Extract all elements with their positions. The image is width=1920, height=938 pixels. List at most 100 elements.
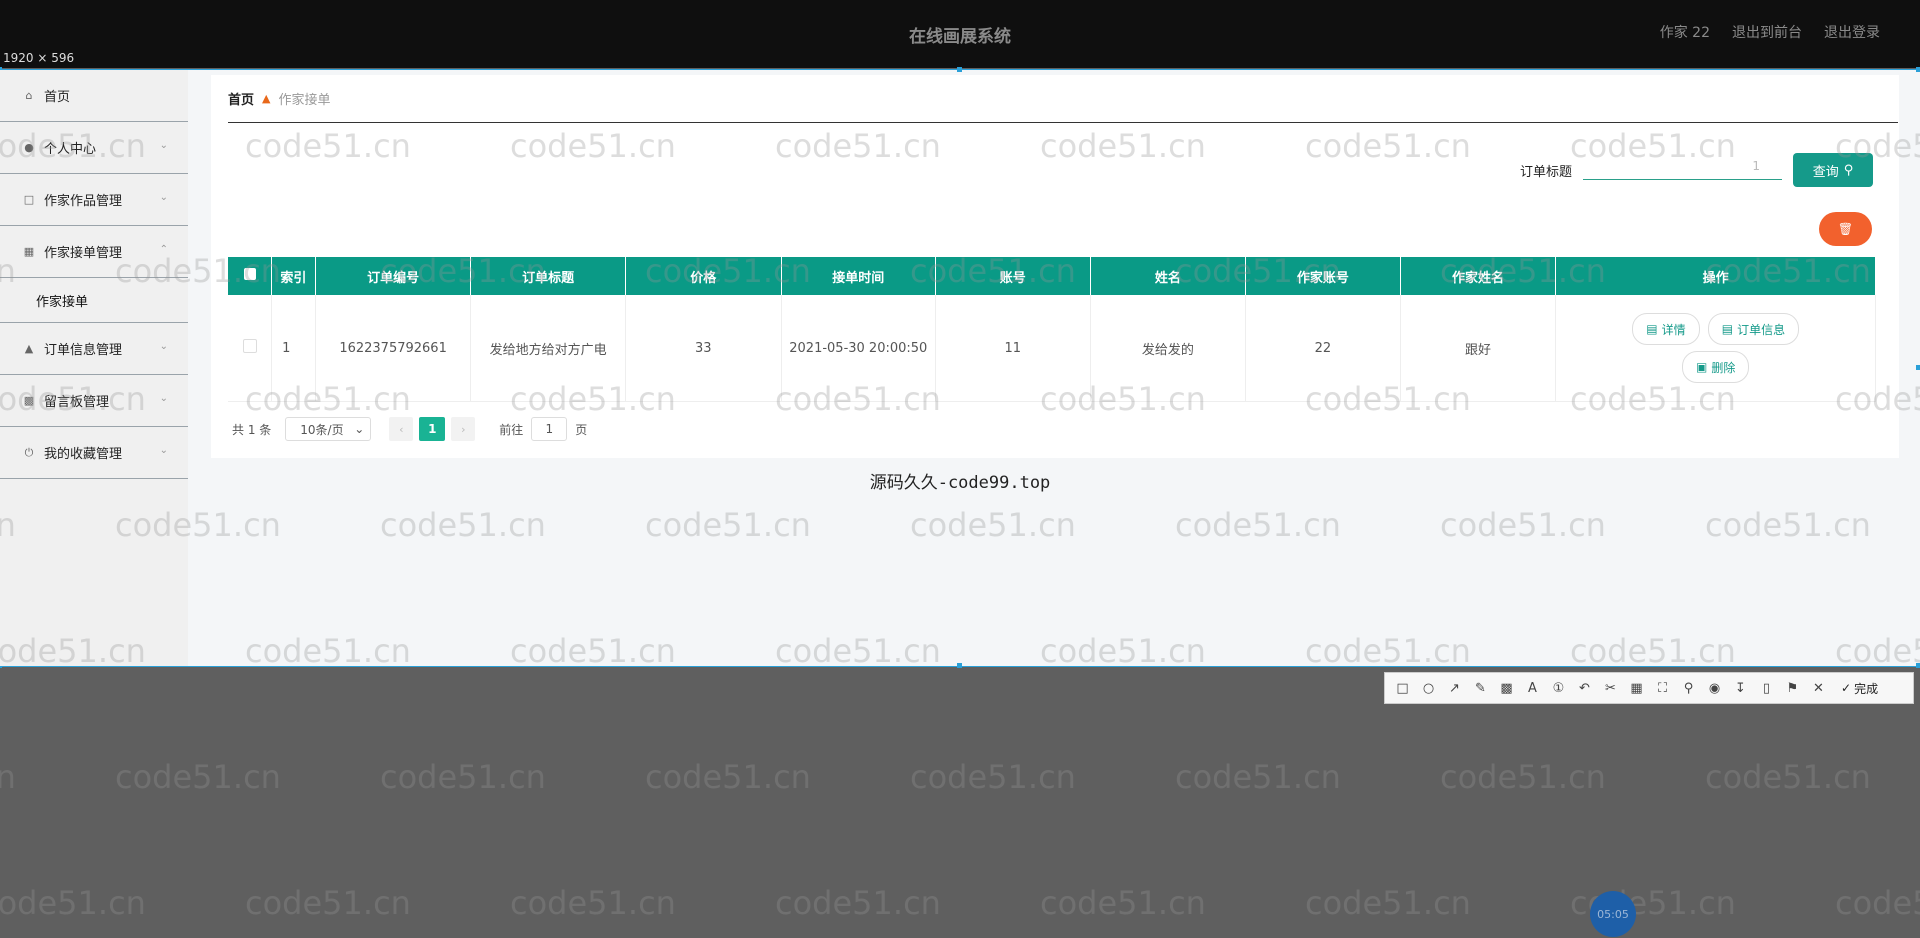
sidebar-item-orders-taken[interactable]: ▦ 作家接单管理 ⌃ [0,226,188,278]
watermark-text: code51.cn [0,758,16,796]
chevron-down-icon: ⌄ [159,192,168,203]
watermark-text: code51.cn [1705,758,1871,796]
arrow-tool-icon[interactable]: ↗ [1443,677,1466,700]
watermark-text: code51.cn [245,884,411,922]
top-header: 在线画展系统 作家 22 退出到前台 退出登录 [0,0,1920,68]
ellipse-tool-icon[interactable]: ○ [1417,677,1440,700]
column-header: 作家姓名 [1400,257,1557,295]
scan-icon[interactable]: ⛶ [1651,677,1674,700]
capture-size-label: 1920 × 596 [0,50,78,66]
logout-link[interactable]: 退出登录 [1824,22,1880,42]
sidebar-item-personal-center[interactable]: ● 个人中心 ⌄ [0,122,188,174]
undo-icon[interactable]: ↶ [1573,677,1596,700]
pen-tool-icon[interactable]: ✎ [1469,677,1492,700]
watermark-text: code51.cn [0,884,146,922]
cell-name: 发给发的 [1090,295,1247,402]
sidebar-item-message-board[interactable]: ▩ 留言板管理 ⌄ [0,375,188,427]
header-user-area: 作家 22 退出到前台 退出登录 [1660,22,1880,42]
prev-page-button[interactable]: ‹ [389,417,414,441]
rectangle-tool-icon[interactable]: □ [1391,677,1414,700]
delete-button[interactable]: ▣ 删除 [1681,351,1750,383]
record-icon[interactable]: ◉ [1703,677,1726,700]
search-input[interactable] [1583,152,1782,180]
watermark-text: code51.cn [1440,758,1606,796]
cell-time: 2021-05-30 20:00:50 [781,295,937,402]
chevron-down-icon: ⌄ [159,393,168,404]
screenshot-toolbar: □ ○ ↗ ✎ ▩ A ① ↶ ✂ ▦ ⛶ ⚲ ◉ ↧ ▯ ⚑ ✕ ✓ 完成 [1384,672,1914,704]
submenu-item-orders-taken[interactable]: 作家接单 [0,278,188,323]
row-checkbox[interactable] [228,295,273,402]
sidebar-item-home[interactable]: ⌂ 首页 [0,70,188,122]
chevron-down-icon: ⌄ [159,445,168,456]
capture-handle[interactable] [1916,365,1920,370]
back-to-front-link[interactable]: 退出到前台 [1732,22,1802,42]
goto-page-input[interactable]: 1 [531,417,568,441]
next-page-button[interactable]: › [451,417,476,441]
column-header: 订单编号 [315,257,472,295]
select-all-checkbox[interactable] [228,257,273,295]
breadcrumb-separator-icon: ▲ [262,92,271,105]
number-tool-icon[interactable]: ① [1547,677,1570,700]
capture-handle[interactable] [1916,663,1920,668]
table-header-row: 索引 订单编号 订单标题 价格 接单时间 账号 姓名 作家账号 作家姓名 操作 [228,257,1876,295]
column-header: 操作 [1555,257,1876,295]
mosaic-tool-icon[interactable]: ▩ [1495,677,1518,700]
user-icon: ● [24,141,34,154]
message-icon: ▩ [23,394,35,407]
detail-button[interactable]: ▤ 详情 [1632,313,1700,345]
capture-region: ⌂ 首页 ● 个人中心 ⌄ □ 作家作品管理 ⌄ ▦ 作家接单管理 ⌃ 作家接单… [0,67,1920,668]
sidebar-item-works[interactable]: □ 作家作品管理 ⌄ [0,174,188,226]
chevron-down-icon: ⌄ [159,140,168,151]
download-icon[interactable]: ↧ [1729,677,1752,700]
watermark-text: code51.cn [775,884,941,922]
grid-icon: ▦ [23,245,35,258]
sidebar-item-label: 作家作品管理 [44,194,123,209]
column-header: 接单时间 [781,257,937,295]
search-button[interactable]: 查询 ⚲ [1793,153,1873,187]
capture-handle[interactable] [1916,67,1920,72]
bookmark-icon[interactable]: ⚑ [1781,677,1804,700]
goto-suffix: 页 [575,422,588,437]
order-info-button[interactable]: ▤ 订单信息 [1707,313,1800,345]
watermark-text: code51.cn [1040,884,1206,922]
column-header: 账号 [935,257,1091,295]
check-icon: ✓ [1841,681,1852,695]
home-icon: ⌂ [25,89,33,102]
search-label: 订单标题 [1520,165,1573,180]
orders-table: 索引 订单编号 订单标题 价格 接单时间 账号 姓名 作家账号 作家姓名 操作 … [228,257,1876,402]
chat-icon: □ [23,193,35,206]
text-tool-icon[interactable]: A [1521,677,1544,700]
done-button[interactable]: ✓ 完成 [1837,677,1882,700]
order-info-button-label: 订单信息 [1737,322,1786,337]
batch-delete-button[interactable]: 🗑 [1819,212,1872,246]
sidebar-item-order-info[interactable]: ▲ 订单信息管理 ⌄ [0,323,188,375]
app-title: 在线画展系统 [909,27,1011,47]
cell-writer-name: 跟好 [1400,295,1557,402]
close-icon[interactable]: ✕ [1807,677,1830,700]
chevron-down-icon: ⌄ [354,422,365,436]
breadcrumb-home[interactable]: 首页 [228,89,254,108]
phone-icon[interactable]: ▯ [1755,677,1778,700]
column-header: 索引 [271,257,316,295]
watermark-text: code51.cn [510,884,676,922]
search-button-label: 查询 [1812,164,1839,180]
watermark-text: code51.cn [1305,884,1471,922]
delete-button-label: 删除 [1711,360,1736,375]
translate-icon[interactable]: ▦ [1625,677,1648,700]
power-icon: ⏻ [24,445,34,459]
page-size-select[interactable]: 10条/页 ⌄ [285,417,372,441]
sidebar-item-label: 首页 [44,90,71,105]
pagination: 共 1 条 10条/页 ⌄ ‹ 1 › 前往 1 页 [232,417,587,441]
sidebar-item-label: 个人中心 [44,142,97,157]
scissors-icon[interactable]: ✂ [1599,677,1622,700]
page-number-button[interactable]: 1 [419,417,446,441]
capture-handle[interactable] [957,67,962,72]
thumb-icon: ▲ [24,342,34,355]
column-header: 作家账号 [1245,257,1401,295]
watermark-text: code51.cn [910,758,1076,796]
chevron-down-icon: ⌄ [159,341,168,352]
sidebar-item-label: 订单信息管理 [44,343,123,358]
capture-handle[interactable] [957,663,962,668]
pin-icon[interactable]: ⚲ [1677,677,1700,700]
table-row: 1 1622375792661 发给地方给对方广电 33 2021-05-30 … [228,295,1876,402]
